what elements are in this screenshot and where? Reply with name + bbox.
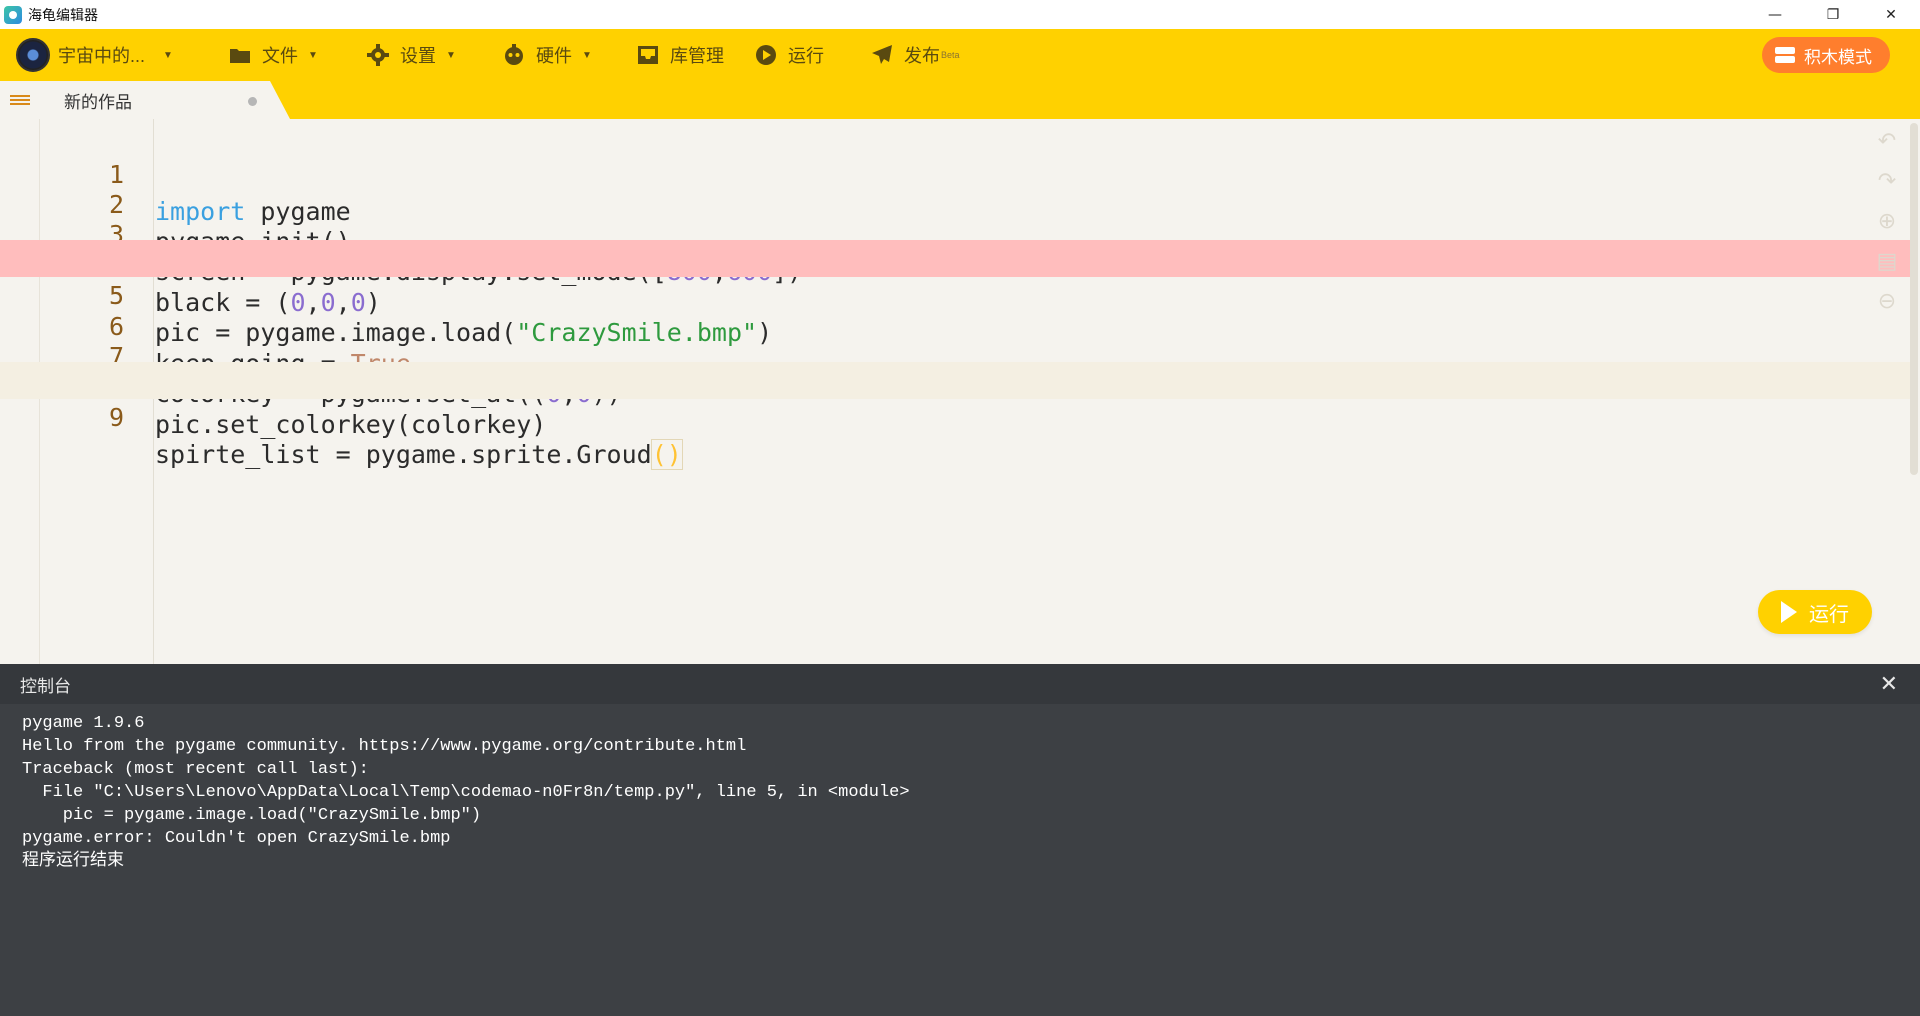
- chevron-down-icon: ▼: [446, 49, 456, 61]
- settings-menu-label: 设置: [400, 46, 436, 66]
- app-logo-icon: [4, 5, 22, 24]
- unsaved-dot-icon[interactable]: [248, 97, 257, 106]
- library-button-label: 库管理: [670, 46, 724, 66]
- publish-label: 发布: [904, 46, 940, 66]
- editor-scrollbar[interactable]: [1910, 123, 1918, 475]
- zoom-out-icon[interactable]: ⊖: [1876, 291, 1898, 313]
- user-name[interactable]: 宇宙中的...: [58, 42, 145, 68]
- run-menu-label: 运行: [788, 46, 824, 66]
- window-controls: — ❐ ✕: [1746, 0, 1920, 29]
- sidebar-toggle-button[interactable]: [0, 81, 40, 119]
- console-header: 控制台 ✕: [0, 664, 1920, 704]
- console-line: Traceback (most recent call last):: [22, 760, 369, 779]
- file-menu-label: 文件: [262, 46, 298, 66]
- minimize-button[interactable]: —: [1746, 0, 1804, 29]
- hardware-menu-label: 硬件: [536, 46, 572, 66]
- close-icon[interactable]: ✕: [1880, 672, 1898, 697]
- publish-button[interactable]: 发布 Beta: [870, 29, 960, 81]
- restore-button[interactable]: ❐: [1804, 0, 1862, 29]
- console-line: pygame.error: Couldn't open CrazySmile.b…: [22, 829, 451, 848]
- close-window-button[interactable]: ✕: [1862, 0, 1920, 29]
- editor-side-tools: ↶ ↷ ⊕ ▤ ⊖: [1876, 131, 1904, 331]
- file-menu[interactable]: 文件 ▼: [228, 29, 318, 81]
- chevron-down-icon: ▼: [308, 49, 318, 61]
- console-line: pygame 1.9.6: [22, 714, 145, 733]
- code-editor[interactable]: 1 import pygame 2 pygame.init() 3 screen…: [0, 119, 1920, 664]
- beta-badge: Beta: [941, 50, 960, 60]
- console-line: pic = pygame.image.load("CrazySmile.bmp"…: [22, 806, 482, 825]
- book-icon[interactable]: ▤: [1876, 251, 1898, 273]
- block-mode-button[interactable]: 积木模式: [1762, 37, 1890, 73]
- zoom-in-icon[interactable]: ⊕: [1876, 211, 1898, 233]
- console-line: Hello from the pygame community. https:/…: [22, 737, 747, 756]
- main-toolbar: 宇宙中的... ▼ 文件 ▼ 设置 ▼ 硬件 ▼ 库管理 运行 发布 Beta …: [0, 29, 1920, 81]
- chevron-down-icon[interactable]: ▼: [163, 50, 173, 61]
- folder-icon: [228, 43, 252, 67]
- chevron-down-icon: ▼: [582, 49, 592, 61]
- active-code-line[interactable]: 9 spirte_list = pygame.sprite.Groud(): [0, 362, 1910, 470]
- run-button[interactable]: 运行: [1758, 590, 1872, 634]
- console-line: 程序运行结束: [22, 852, 124, 871]
- run-menu-button[interactable]: 运行: [754, 29, 824, 81]
- inbox-icon: [636, 43, 660, 67]
- console-title: 控制台: [20, 676, 71, 696]
- hardware-menu[interactable]: 硬件 ▼: [502, 29, 592, 81]
- tab-bar: 新的作品: [0, 81, 1920, 119]
- robot-icon: [502, 43, 526, 67]
- redo-icon[interactable]: ↷: [1876, 171, 1898, 193]
- library-button[interactable]: 库管理: [636, 29, 724, 81]
- console-panel: 控制台 ✕ pygame 1.9.6 Hello from the pygame …: [0, 664, 1920, 1016]
- title-bar: 海龟编辑器 — ❐ ✕: [0, 0, 1920, 29]
- hamburger-icon: [10, 93, 30, 107]
- console-output: pygame 1.9.6 Hello from the pygame commun…: [22, 712, 910, 873]
- console-line: File "C:\Users\Lenovo\AppData\Local\Temp…: [22, 783, 910, 802]
- avatar[interactable]: [16, 38, 50, 72]
- window-title: 海龟编辑器: [28, 6, 98, 23]
- play-icon: [1781, 601, 1797, 623]
- code-text[interactable]: spirte_list = pygame.sprite.Groud(): [155, 436, 683, 473]
- play-circle-icon: [754, 43, 778, 67]
- blocks-icon: [1774, 46, 1796, 64]
- tab-new-work[interactable]: 新的作品: [40, 81, 290, 119]
- tab-label: 新的作品: [64, 92, 132, 112]
- block-mode-label: 积木模式: [1804, 47, 1872, 67]
- settings-menu[interactable]: 设置 ▼: [366, 29, 456, 81]
- run-button-label: 运行: [1809, 603, 1849, 626]
- paper-plane-icon: [870, 43, 894, 67]
- line-number: 9: [108, 403, 124, 432]
- gear-icon: [366, 43, 390, 67]
- undo-icon[interactable]: ↶: [1876, 131, 1898, 153]
